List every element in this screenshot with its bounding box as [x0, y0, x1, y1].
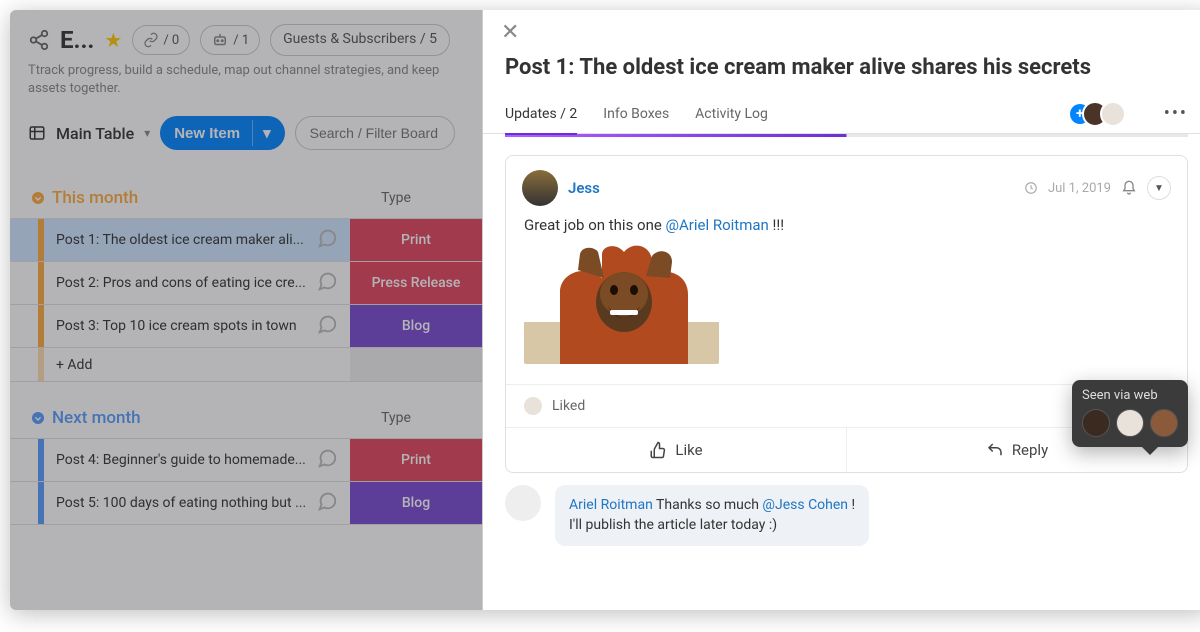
avatar	[505, 485, 541, 521]
avatar	[522, 170, 558, 206]
item-name[interactable]: Post 2: Pros and cons of eating ice cre.…	[52, 262, 350, 304]
item-name[interactable]: Post 1: The oldest ice cream maker ali..…	[52, 219, 350, 261]
liked-label[interactable]: Liked	[552, 398, 585, 414]
bell-icon[interactable]	[1121, 180, 1137, 196]
view-selector[interactable]: Main Table	[56, 124, 134, 143]
close-icon[interactable]: ✕	[501, 20, 521, 45]
board-description: Ttrack progress, build a schedule, map o…	[10, 62, 482, 108]
seen-tooltip: Seen via web	[1072, 380, 1188, 447]
mention-author[interactable]: Ariel Roitman	[569, 497, 653, 513]
type-cell[interactable]: Blog	[350, 482, 482, 524]
panel-tabs: Updates / 2 Info Boxes Activity Log + •••	[483, 94, 1200, 134]
share-icon	[28, 29, 50, 51]
update-menu[interactable]: ▼	[1147, 176, 1171, 200]
table-row[interactable]: Post 2: Pros and cons of eating ice cre.…	[10, 261, 482, 304]
mention[interactable]: @Ariel Roitman	[666, 216, 769, 234]
link-icon	[143, 32, 159, 48]
more-menu-icon[interactable]: •••	[1164, 103, 1188, 124]
collapse-icon[interactable]	[30, 190, 46, 206]
avatar	[522, 395, 544, 417]
group: This monthType Post 1: The oldest ice cre…	[10, 184, 482, 382]
reply-thread: Ariel Roitman Thanks so much @Jess Cohen…	[483, 473, 1200, 546]
item-name[interactable]: Post 4: Beginner's guide to homemade...	[52, 439, 350, 481]
type-cell[interactable]: Print	[350, 219, 482, 261]
chip-integrations[interactable]: / 0	[132, 25, 190, 55]
chat-icon[interactable]	[316, 270, 338, 292]
tooltip-label: Seen via web	[1082, 388, 1178, 403]
type-cell[interactable]: Press Release	[350, 262, 482, 304]
board-pane: E... ★ / 0 / 1 Guests & Subscribers / 5 …	[10, 10, 482, 610]
robot-icon	[211, 31, 229, 49]
item-name[interactable]: Post 5: 100 days of eating nothing but .…	[52, 482, 350, 524]
table-row[interactable]: Post 5: 100 days of eating nothing but .…	[10, 481, 482, 525]
subscribers[interactable]: +	[1070, 101, 1126, 127]
chat-icon[interactable]	[316, 313, 338, 335]
type-cell[interactable]: Print	[350, 439, 482, 481]
update-body: Great job on this one @Ariel Roitman !!!	[506, 212, 1187, 384]
tab-accent	[505, 134, 1188, 137]
table-row[interactable]: Post 1: The oldest ice cream maker ali..…	[10, 218, 482, 261]
search-input[interactable]	[295, 116, 455, 150]
column-header[interactable]: Type	[330, 190, 462, 206]
chevron-down-icon[interactable]: ▾	[144, 126, 150, 140]
update-date: Jul 1, 2019	[1048, 181, 1111, 196]
avatar	[1100, 101, 1126, 127]
guests-chip[interactable]: Guests & Subscribers / 5	[270, 24, 450, 56]
avatar	[1150, 409, 1178, 437]
board-title[interactable]: E...	[60, 26, 94, 54]
group: Next monthType Post 4: Beginner's guide t…	[10, 404, 482, 525]
collapse-icon[interactable]	[30, 410, 46, 426]
column-header[interactable]: Type	[330, 410, 462, 426]
add-item[interactable]: + Add	[10, 347, 482, 382]
table-icon	[28, 124, 46, 142]
item-panel: ✕ Post 1: The oldest ice cream maker ali…	[482, 10, 1200, 610]
tab[interactable]: Activity Log	[695, 94, 768, 134]
table-row[interactable]: Post 3: Top 10 ice cream spots in townBl…	[10, 304, 482, 347]
item-title: Post 1: The oldest ice cream maker alive…	[483, 45, 1200, 94]
star-icon[interactable]: ★	[104, 28, 122, 52]
mention[interactable]: @Jess Cohen	[762, 497, 848, 513]
table-row[interactable]: Post 4: Beginner's guide to homemade...P…	[10, 438, 482, 481]
chat-icon[interactable]	[316, 227, 338, 249]
avatar	[1082, 409, 1110, 437]
update-image	[524, 244, 719, 364]
group-name[interactable]: This month	[52, 188, 330, 208]
group-name[interactable]: Next month	[52, 408, 330, 428]
chip-automations[interactable]: / 1	[200, 25, 260, 55]
chat-icon[interactable]	[316, 447, 338, 469]
type-cell[interactable]: Blog	[350, 305, 482, 347]
update-author[interactable]: Jess	[568, 179, 600, 197]
tab[interactable]: Info Boxes	[603, 94, 669, 134]
new-item-button[interactable]: New Item ▾	[160, 116, 284, 150]
thumbs-up-icon	[649, 441, 667, 459]
like-button[interactable]: Like	[506, 428, 847, 472]
avatar	[1116, 409, 1144, 437]
tab[interactable]: Updates / 2	[505, 94, 577, 134]
chat-icon[interactable]	[316, 490, 338, 512]
item-name[interactable]: Post 3: Top 10 ice cream spots in town	[52, 305, 350, 347]
reply-bubble: Ariel Roitman Thanks so much @Jess Cohen…	[555, 485, 869, 546]
reply-line2: I'll publish the article later today :)	[569, 517, 777, 533]
clock-icon	[1024, 181, 1038, 195]
chip-text: / 1	[233, 33, 249, 48]
chevron-down-icon: ▾	[263, 124, 271, 142]
chip-text: / 0	[163, 33, 179, 48]
reply-icon	[986, 441, 1004, 459]
